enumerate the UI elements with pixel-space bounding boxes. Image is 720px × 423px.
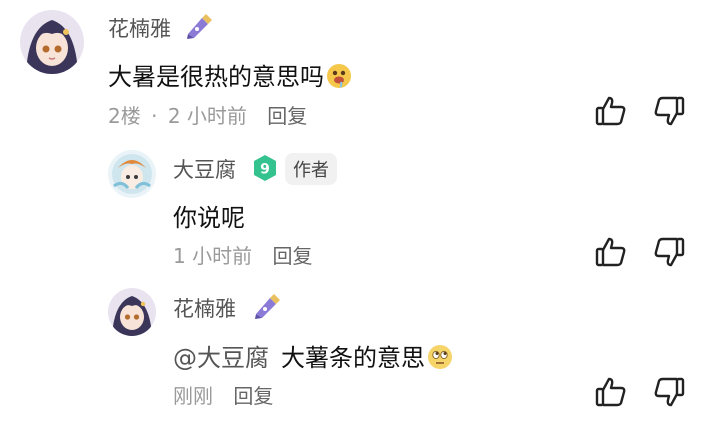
avatar[interactable] <box>108 288 156 336</box>
reply-item: 大豆腐 9 作者 你说呢 1 小时前 回复 <box>0 140 720 280</box>
dislike-button[interactable] <box>652 94 686 128</box>
comment-meta: 1 小时前 回复 <box>173 240 312 269</box>
level-number: 9 <box>260 162 270 178</box>
rolling-eyes-face-emoji-icon <box>428 345 452 369</box>
comment-text: @大豆腐 大薯条的意思 <box>173 338 453 373</box>
thumbs-up-icon <box>595 237 626 267</box>
level-badge-icon: 9 <box>252 154 278 182</box>
comment-time: 1 小时前 <box>173 244 253 268</box>
comment-text: 大暑是很热的意思吗 <box>108 57 352 92</box>
game-character-badge-icon <box>184 12 214 40</box>
comment-text: 你说呢 <box>173 204 245 232</box>
comment-meta: 2楼 · 2 小时前 回复 <box>108 100 307 129</box>
comment-time: 2 小时前 <box>167 104 247 128</box>
thumbs-down-icon <box>654 377 685 407</box>
comment-item: 花楠雅 大暑是很热的意思吗 2楼 · 2 小时前 回复 <box>0 0 720 140</box>
reply-button[interactable]: 回复 <box>267 104 307 128</box>
like-button[interactable] <box>594 375 628 409</box>
like-button[interactable] <box>594 235 628 269</box>
comment-meta: 刚刚 回复 <box>173 380 273 409</box>
avatar[interactable] <box>108 150 156 198</box>
avatar[interactable] <box>20 10 84 74</box>
thumbs-up-icon <box>595 377 626 407</box>
dislike-button[interactable] <box>652 375 686 409</box>
author-tag: 作者 <box>285 153 337 185</box>
mention-link[interactable]: @大豆腐 <box>173 344 269 372</box>
game-character-badge-icon <box>252 292 282 320</box>
username[interactable]: 花楠雅 <box>173 293 236 323</box>
thumbs-up-icon <box>595 96 626 126</box>
dislike-button[interactable] <box>652 235 686 269</box>
comment-time: 刚刚 <box>173 384 213 408</box>
reply-button[interactable]: 回复 <box>272 244 312 268</box>
username[interactable]: 大豆腐 <box>173 154 236 184</box>
reply-item: 花楠雅 @大豆腐 大薯条的意思 刚刚 回复 <box>0 280 720 423</box>
reply-button[interactable]: 回复 <box>233 384 273 408</box>
thumbs-down-icon <box>654 96 685 126</box>
meta-separator: · <box>151 104 158 128</box>
thumbs-down-icon <box>654 237 685 267</box>
drooling-face-emoji-icon <box>327 64 351 88</box>
floor-number: 2楼 <box>108 104 141 128</box>
username[interactable]: 花楠雅 <box>108 13 171 43</box>
like-button[interactable] <box>594 94 628 128</box>
